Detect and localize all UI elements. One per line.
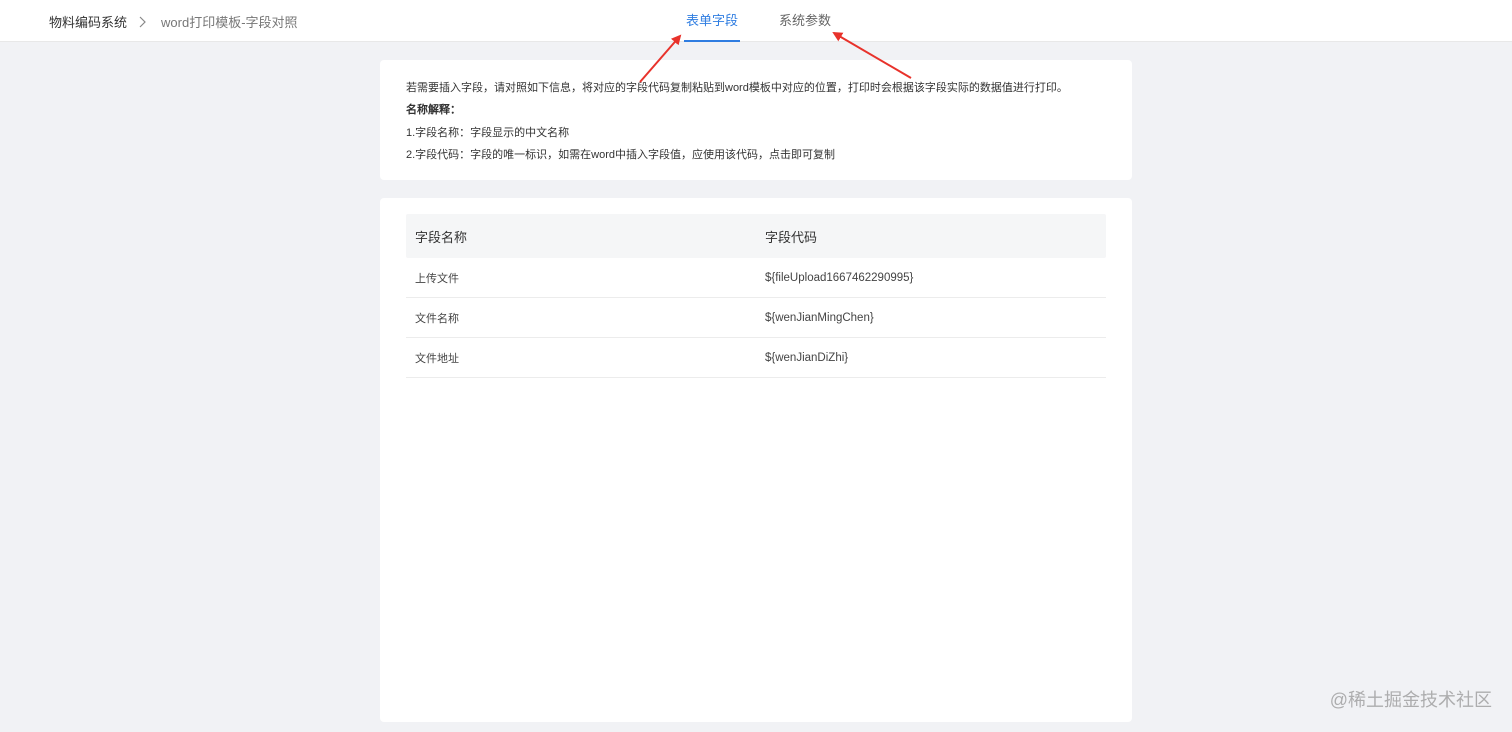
info-instruction: 若需要插入字段，请对照如下信息，将对应的字段代码复制粘贴到word模板中对应的位… (406, 82, 1068, 94)
cell-field-name: 上传文件 (415, 272, 459, 285)
tab-bar: 表单字段 系统参数 (684, 0, 831, 42)
breadcrumb-current: word打印模板-字段对照 (161, 15, 298, 30)
chevron-right-icon (137, 14, 149, 30)
cell-field-name: 文件地址 (415, 352, 459, 365)
table-header: 字段名称 字段代码 (406, 214, 1106, 258)
breadcrumb-root[interactable]: 物料编码系统 (49, 12, 127, 31)
breadcrumb: 物料编码系统 word打印模板-字段对照 (49, 12, 298, 31)
cell-field-code[interactable]: ${fileUpload1667462290995} (756, 272, 1106, 284)
table-row: 文件名称 ${wenJianMingChen} (406, 298, 1106, 338)
cell-field-name: 文件名称 (415, 312, 459, 325)
table-row: 文件地址 ${wenJianDiZhi} (406, 338, 1106, 378)
watermark: @稀土掘金技术社区 (1329, 690, 1492, 710)
cell-field-code[interactable]: ${wenJianDiZhi} (756, 352, 1106, 364)
info-field-name-desc: 1.字段名称：字段显示的中文名称 (406, 127, 570, 139)
info-card: 若需要插入字段，请对照如下信息，将对应的字段代码复制粘贴到word模板中对应的位… (380, 60, 1132, 180)
info-field-code-desc: 2.字段代码：字段的唯一标识，如需在word中插入字段值，应使用该代码，点击即可… (406, 149, 836, 161)
info-heading: 名称解释： (406, 104, 461, 116)
tab-form-fields[interactable]: 表单字段 (684, 0, 740, 42)
top-bar: 物料编码系统 word打印模板-字段对照 表单字段 系统参数 (0, 0, 1512, 42)
tab-system-params[interactable]: 系统参数 (779, 0, 831, 42)
field-table: 字段名称 字段代码 上传文件 ${fileUpload1667462290995… (406, 214, 1106, 378)
table-row: 上传文件 ${fileUpload1667462290995} (406, 258, 1106, 298)
header-field-name: 字段名称 (415, 229, 468, 245)
cell-field-code[interactable]: ${wenJianMingChen} (756, 312, 1106, 324)
header-field-code: 字段代码 (765, 229, 818, 245)
field-table-card: 字段名称 字段代码 上传文件 ${fileUpload1667462290995… (380, 198, 1132, 722)
